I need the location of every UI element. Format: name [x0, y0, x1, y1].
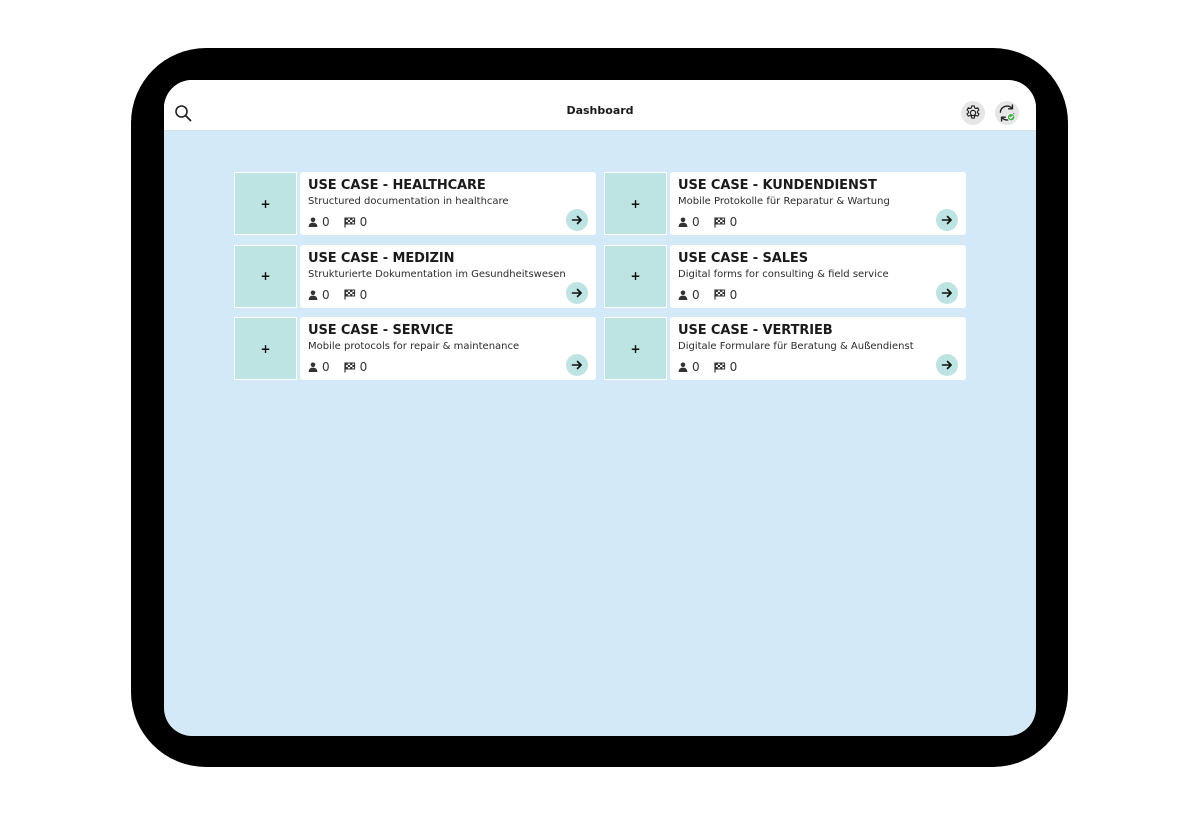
card-stats: 0 0: [678, 215, 751, 229]
thumbnail-label: +: [630, 341, 641, 356]
sync-icon[interactable]: [995, 101, 1019, 125]
user-icon: [678, 290, 688, 300]
card-title: USE CASE - KUNDENDIENST: [678, 178, 877, 193]
user-count: 0: [678, 215, 700, 229]
arrow-right-icon: [571, 215, 582, 225]
open-arrow-button[interactable]: [936, 209, 958, 231]
thumbnail-label: +: [630, 196, 641, 211]
card-thumbnail[interactable]: +: [234, 172, 297, 235]
card-description: Structured documentation in healthcare: [308, 196, 509, 207]
thumbnail-label: +: [260, 341, 271, 356]
card-description: Digitale Formulare für Beratung & Außend…: [678, 341, 914, 352]
card-thumbnail[interactable]: +: [604, 244, 667, 308]
thumbnail-label: +: [260, 269, 271, 283]
checkered-flag-icon: [714, 289, 725, 300]
open-arrow-button[interactable]: [936, 354, 958, 376]
user-icon: [678, 217, 688, 227]
thumbnail-label: +: [260, 196, 271, 211]
card-title: USE CASE - SALES: [678, 250, 808, 266]
user-count: 0: [678, 360, 700, 374]
card-thumbnail[interactable]: +: [234, 244, 297, 308]
card-body[interactable]: USE CASE - HEALTHCARE Structured documen…: [300, 172, 596, 235]
card-title: USE CASE - VERTRIEB: [678, 323, 833, 338]
arrow-right-icon: [941, 360, 952, 370]
flag-count: 0: [344, 288, 367, 302]
card-body[interactable]: USE CASE - KUNDENDIENST Mobile Protokoll…: [670, 172, 966, 235]
use-case-card[interactable]: + USE CASE - SERVICE Mobile protocols fo…: [234, 317, 596, 381]
thumbnail-label: +: [630, 269, 641, 283]
user-count: 0: [308, 288, 330, 302]
card-stats: 0 0: [678, 288, 751, 302]
card-thumbnail[interactable]: +: [234, 317, 297, 380]
arrow-right-icon: [571, 288, 582, 297]
flag-count: 0: [714, 215, 737, 229]
user-count: 0: [308, 215, 330, 229]
card-description: Mobile Protokolle für Reparatur & Wartun…: [678, 196, 890, 207]
app-screen: Dashboard + USE CASE - HEALTHCARE Struct: [164, 80, 1036, 736]
flag-count: 0: [344, 360, 367, 374]
open-arrow-button[interactable]: [566, 281, 588, 304]
user-icon: [308, 217, 318, 227]
user-icon: [308, 290, 318, 300]
use-case-card[interactable]: + USE CASE - MEDIZIN Strukturierte Dokum…: [234, 244, 596, 309]
page-title: Dashboard: [566, 104, 634, 117]
card-stats: 0 0: [308, 215, 381, 229]
open-arrow-button[interactable]: [936, 281, 958, 304]
open-arrow-button[interactable]: [566, 354, 588, 376]
gear-icon[interactable]: [961, 101, 985, 125]
user-icon: [678, 362, 688, 372]
open-arrow-button[interactable]: [566, 209, 588, 231]
arrow-right-icon: [571, 360, 582, 370]
use-case-card[interactable]: + USE CASE - SALES Digital forms for con…: [604, 244, 966, 309]
card-thumbnail[interactable]: +: [604, 317, 667, 380]
card-description: Mobile protocols for repair & maintenanc…: [308, 341, 520, 352]
card-stats: 0 0: [678, 360, 751, 374]
card-stats: 0 0: [308, 360, 381, 374]
checkered-flag-icon: [344, 289, 355, 300]
use-case-card[interactable]: + USE CASE - VERTRIEB Digitale Formulare…: [604, 317, 966, 381]
card-body[interactable]: USE CASE - SALES Digital forms for consu…: [670, 244, 966, 308]
top-bar: Dashboard: [164, 80, 1036, 131]
card-title: USE CASE - MEDIZIN: [308, 250, 455, 266]
flag-count: 0: [714, 288, 737, 302]
flag-count: 0: [344, 215, 367, 229]
use-case-card[interactable]: + USE CASE - HEALTHCARE Structured docum…: [234, 172, 596, 236]
arrow-right-icon: [941, 288, 952, 297]
card-description: Strukturierte Dokumentation im Gesundhei…: [308, 268, 566, 280]
card-description: Digital forms for consulting & field ser…: [678, 268, 889, 280]
card-body[interactable]: USE CASE - VERTRIEB Digitale Formulare f…: [670, 317, 966, 380]
user-count: 0: [678, 288, 700, 302]
card-body[interactable]: USE CASE - MEDIZIN Strukturierte Dokumen…: [300, 244, 596, 308]
card-title: USE CASE - HEALTHCARE: [308, 178, 486, 193]
card-thumbnail[interactable]: +: [604, 172, 667, 235]
card-stats: 0 0: [308, 288, 381, 302]
card-title: USE CASE - SERVICE: [308, 323, 454, 338]
user-count: 0: [308, 360, 330, 374]
checkered-flag-icon: [344, 362, 355, 372]
checkered-flag-icon: [344, 217, 355, 227]
checkered-flag-icon: [714, 362, 725, 372]
checkered-flag-icon: [714, 217, 725, 227]
user-icon: [308, 362, 318, 372]
card-body[interactable]: USE CASE - SERVICE Mobile protocols for …: [300, 317, 596, 380]
arrow-right-icon: [941, 215, 952, 225]
use-case-card[interactable]: + USE CASE - KUNDENDIENST Mobile Protoko…: [604, 172, 966, 236]
flag-count: 0: [714, 360, 737, 374]
